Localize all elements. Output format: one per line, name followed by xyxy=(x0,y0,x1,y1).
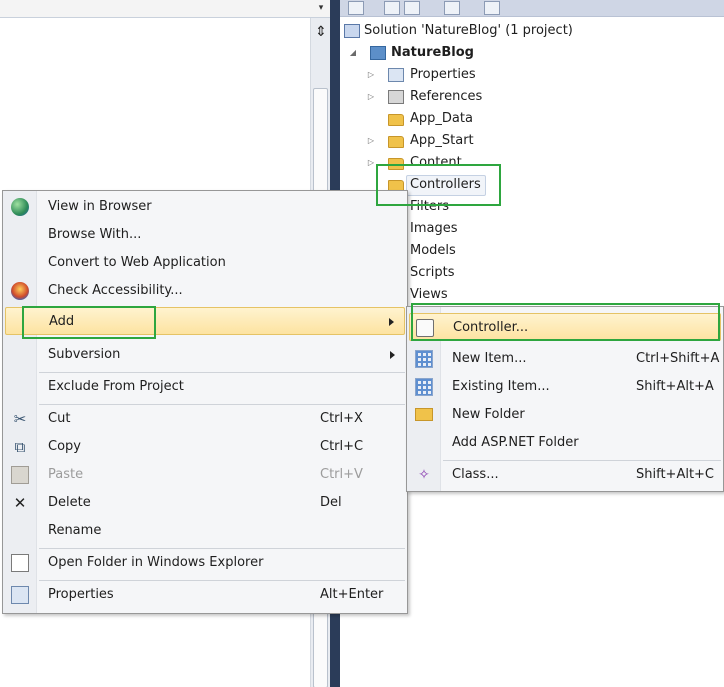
menu-item-delete[interactable]: ✕ Delete Del xyxy=(5,489,405,517)
references-icon xyxy=(388,90,404,104)
menu-item-label: Check Accessibility... xyxy=(48,283,183,298)
view-class-diagram-tool-icon[interactable] xyxy=(444,1,460,15)
collapsed-arrow-icon[interactable]: ▷ xyxy=(366,152,376,174)
context-menu: View in Browser Browse With... Convert t… xyxy=(2,190,408,614)
refresh-tool-icon[interactable] xyxy=(404,1,420,15)
menu-item-shortcut: Shift+Alt+C xyxy=(636,467,715,482)
annotation-box-add xyxy=(22,306,156,339)
node-label: Models xyxy=(410,243,456,258)
properties-tool-icon[interactable] xyxy=(348,1,364,15)
menu-item-label: Exclude From Project xyxy=(48,379,184,394)
menu-item-label: View in Browser xyxy=(48,199,152,214)
menu-item-shortcut: Ctrl+Shift+A xyxy=(636,351,720,366)
scissors-icon: ✂ xyxy=(13,410,27,428)
solution-icon xyxy=(344,24,360,38)
class-icon: ✧ xyxy=(418,467,430,483)
annotation-box-controllers xyxy=(376,164,501,206)
tree-node-project[interactable]: ◢ NatureBlog xyxy=(344,42,724,64)
menu-item-cut[interactable]: ✂ Cut Ctrl+X xyxy=(5,405,405,433)
tree-node-app-start[interactable]: ▷ App_Start xyxy=(344,130,724,152)
menu-item-class[interactable]: ✧ Class... Shift+Alt+C xyxy=(409,461,721,489)
tree-node-app-data[interactable]: App_Data xyxy=(344,108,724,130)
menu-item-label: New Folder xyxy=(452,407,525,422)
menu-item-browse-with[interactable]: Browse With... xyxy=(5,221,405,249)
menu-item-label: Open Folder in Windows Explorer xyxy=(48,555,264,570)
menu-item-rename[interactable]: Rename xyxy=(5,517,405,545)
menu-item-label: Existing Item... xyxy=(452,379,550,394)
menu-item-label: Paste xyxy=(48,467,84,482)
menu-item-shortcut: Del xyxy=(320,495,342,510)
copy-icon: ⧉ xyxy=(14,438,26,456)
menu-item-shortcut: Alt+Enter xyxy=(320,587,384,602)
menu-item-paste: Paste Ctrl+V xyxy=(5,461,405,489)
menu-item-label: New Item... xyxy=(452,351,527,366)
submenu-arrow-icon xyxy=(389,318,394,326)
menu-item-exclude-from-project[interactable]: Exclude From Project xyxy=(5,373,405,401)
collapsed-arrow-icon[interactable]: ▷ xyxy=(366,86,376,108)
menu-item-open-folder-in-explorer[interactable]: Open Folder in Windows Explorer xyxy=(5,549,405,577)
menu-item-properties[interactable]: Properties Alt+Enter xyxy=(5,581,405,609)
menu-item-view-in-browser[interactable]: View in Browser xyxy=(5,193,405,221)
menu-item-shortcut: Shift+Alt+A xyxy=(636,379,714,394)
view-code-tool-icon[interactable] xyxy=(484,1,500,15)
project-label: NatureBlog xyxy=(391,45,474,60)
menu-item-shortcut: Ctrl+C xyxy=(320,439,364,454)
menu-item-add-aspnet-folder[interactable]: Add ASP.NET Folder xyxy=(409,429,721,457)
open-folder-icon xyxy=(11,554,29,572)
menu-item-label: Browse With... xyxy=(48,227,142,242)
expanded-arrow-icon[interactable]: ◢ xyxy=(348,42,358,64)
menu-item-shortcut: Ctrl+V xyxy=(320,467,363,482)
annotation-box-controller xyxy=(411,303,720,341)
split-view-handle-icon[interactable]: ⇕ xyxy=(313,22,329,42)
menu-item-convert-to-web-application[interactable]: Convert to Web Application xyxy=(5,249,405,277)
menu-item-label: Properties xyxy=(48,587,114,602)
node-label: References xyxy=(410,89,483,104)
node-label: App_Start xyxy=(410,133,474,148)
menu-item-label: Rename xyxy=(48,523,102,538)
clipboard-paste-icon xyxy=(11,466,29,484)
solution-explorer-toolbar xyxy=(340,0,724,17)
menu-item-label: Delete xyxy=(48,495,91,510)
new-item-icon xyxy=(415,350,433,368)
web-project-icon xyxy=(370,46,386,60)
editor-dropdown-icon[interactable]: ▾ xyxy=(312,0,330,17)
tree-node-properties[interactable]: ▷ Properties xyxy=(344,64,724,86)
node-label: App_Data xyxy=(410,111,473,126)
menu-item-check-accessibility[interactable]: Check Accessibility... xyxy=(5,277,405,305)
menu-item-new-item[interactable]: New Item... Ctrl+Shift+A xyxy=(409,345,721,373)
properties-icon xyxy=(11,586,29,604)
tree-node-references[interactable]: ▷ References xyxy=(344,86,724,108)
menu-item-label: Class... xyxy=(452,467,499,482)
menu-item-shortcut: Ctrl+X xyxy=(320,411,363,426)
menu-item-copy[interactable]: ⧉ Copy Ctrl+C xyxy=(5,433,405,461)
solution-label: Solution 'NatureBlog' (1 project) xyxy=(364,23,573,38)
collapsed-arrow-icon[interactable]: ▷ xyxy=(366,64,376,86)
folder-icon xyxy=(388,114,404,126)
delete-x-icon: ✕ xyxy=(13,494,27,512)
properties-icon xyxy=(388,68,404,82)
node-label: Images xyxy=(410,221,458,236)
submenu-arrow-icon xyxy=(390,351,395,359)
menu-item-label: Add ASP.NET Folder xyxy=(452,435,579,450)
menu-item-new-folder[interactable]: New Folder xyxy=(409,401,721,429)
editor-toolbar: ▾ xyxy=(0,0,330,18)
accessibility-check-icon xyxy=(11,282,29,300)
menu-item-existing-item[interactable]: Existing Item... Shift+Alt+A xyxy=(409,373,721,401)
new-folder-icon xyxy=(415,408,433,421)
folder-icon xyxy=(388,136,404,148)
menu-item-label: Convert to Web Application xyxy=(48,255,226,270)
menu-item-label: Cut xyxy=(48,411,71,426)
tree-node-solution[interactable]: Solution 'NatureBlog' (1 project) xyxy=(344,20,724,42)
menu-item-label: Subversion xyxy=(48,347,121,362)
show-all-files-tool-icon[interactable] xyxy=(384,1,400,15)
node-label: Properties xyxy=(410,67,476,82)
collapsed-arrow-icon[interactable]: ▷ xyxy=(366,130,376,152)
menu-item-label: Copy xyxy=(48,439,81,454)
node-label: Scripts xyxy=(410,265,455,280)
existing-item-icon xyxy=(415,378,433,396)
menu-item-subversion[interactable]: Subversion xyxy=(5,341,405,369)
browser-globe-icon xyxy=(11,198,29,216)
